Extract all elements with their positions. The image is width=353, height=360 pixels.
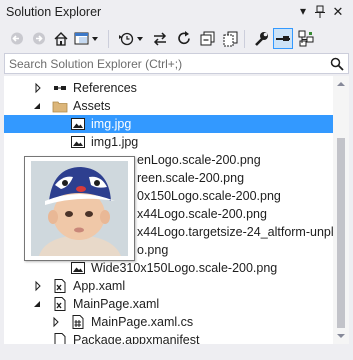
tree-item-label: App.xaml — [73, 279, 126, 293]
window-title: Solution Explorer — [6, 5, 102, 19]
tree-item-assets[interactable]: Assets — [4, 97, 333, 115]
back-icon[interactable] — [8, 28, 26, 49]
switch-views-icon[interactable] — [73, 28, 101, 49]
image-file-icon — [70, 116, 86, 132]
tree-item-label: Assets — [73, 99, 111, 113]
refresh-icon[interactable] — [174, 28, 194, 49]
tree-item-label: img1.jpg — [91, 135, 139, 149]
scrollbar-thumb[interactable] — [337, 138, 345, 328]
window-position-dropdown-icon[interactable]: ▾ — [296, 3, 310, 20]
show-all-files-icon[interactable] — [221, 28, 241, 49]
panel-bottom-border — [0, 344, 353, 360]
tree-item-label: img.jpg — [91, 117, 132, 131]
folder-icon — [52, 98, 68, 114]
tree-item-label: MainPage.xaml.cs — [91, 315, 194, 329]
tree-item-label: MainPage.xaml — [73, 297, 160, 311]
xaml-file-icon — [52, 278, 68, 294]
tree-item-app-xaml[interactable]: App.xaml — [4, 277, 333, 295]
pin-icon[interactable] — [313, 3, 327, 20]
tree-item-references[interactable]: References — [4, 79, 333, 97]
tree-item-img-jpg[interactable]: img.jpg — [4, 115, 333, 133]
search-box[interactable]: Search Solution Explorer (Ctrl+;) — [4, 53, 349, 74]
scroll-up-icon[interactable] — [333, 76, 349, 92]
expand-arrow-icon[interactable] — [51, 313, 61, 331]
tree-item-label: x44Logo.targetsize-24_altform-unpla — [137, 225, 333, 239]
forward-icon[interactable] — [30, 28, 48, 49]
vertical-scrollbar[interactable] — [333, 76, 349, 344]
scroll-down-icon[interactable] — [333, 328, 349, 344]
references-icon — [52, 80, 68, 96]
tree-item-img1-jpg[interactable]: img1.jpg — [4, 133, 333, 151]
close-icon[interactable]: ✕ — [331, 3, 345, 20]
pending-changes-filter-icon[interactable] — [116, 28, 146, 49]
tree-item-package-manifest[interactable]: Package.appxmanifest — [4, 331, 333, 344]
csharp-file-icon — [70, 314, 86, 330]
expand-arrow-icon[interactable] — [33, 277, 43, 295]
tree-item-label: References — [73, 81, 137, 95]
toolbar — [0, 25, 353, 52]
search-icon[interactable] — [329, 56, 345, 72]
class-view-icon[interactable] — [296, 28, 316, 49]
title-bar: Solution Explorer ▾ ✕ — [0, 0, 353, 25]
tree-item-label: enLogo.scale-200.png — [137, 153, 261, 167]
tree-item-label: x44Logo.scale-200.png — [137, 207, 267, 221]
image-file-icon — [70, 260, 86, 276]
sync-with-active-document-icon[interactable] — [150, 28, 170, 49]
collapse-all-icon[interactable] — [198, 28, 218, 49]
home-icon[interactable] — [52, 28, 70, 49]
tree-item-label: reen.scale-200.png — [137, 171, 245, 185]
toolbar-separator — [244, 30, 245, 48]
tree-item-label: Wide310x150Logo.scale-200.png — [91, 261, 278, 275]
expand-arrow-icon[interactable] — [33, 79, 43, 97]
collapse-arrow-icon[interactable] — [33, 97, 43, 115]
image-file-icon — [70, 134, 86, 150]
tree-item-mainpage-xaml[interactable]: MainPage.xaml — [4, 295, 333, 313]
collapse-arrow-icon[interactable] — [33, 295, 43, 313]
properties-wrench-icon[interactable] — [251, 28, 271, 49]
toolbar-separator — [108, 30, 109, 48]
xaml-file-icon — [52, 296, 68, 312]
search-input[interactable]: Search Solution Explorer (Ctrl+;) — [9, 57, 182, 71]
image-preview-tooltip — [24, 156, 135, 261]
preview-selected-items-icon[interactable] — [273, 28, 293, 49]
tree-item-label: o.png — [137, 243, 169, 257]
manifest-file-icon — [52, 332, 68, 344]
tree-item-label: 0x150Logo.scale-200.png — [137, 189, 281, 203]
baby-photo-preview — [25, 157, 134, 260]
tree-item-label: Package.appxmanifest — [73, 333, 200, 344]
tree-item-mainpage-xaml-cs[interactable]: MainPage.xaml.cs — [4, 313, 333, 331]
